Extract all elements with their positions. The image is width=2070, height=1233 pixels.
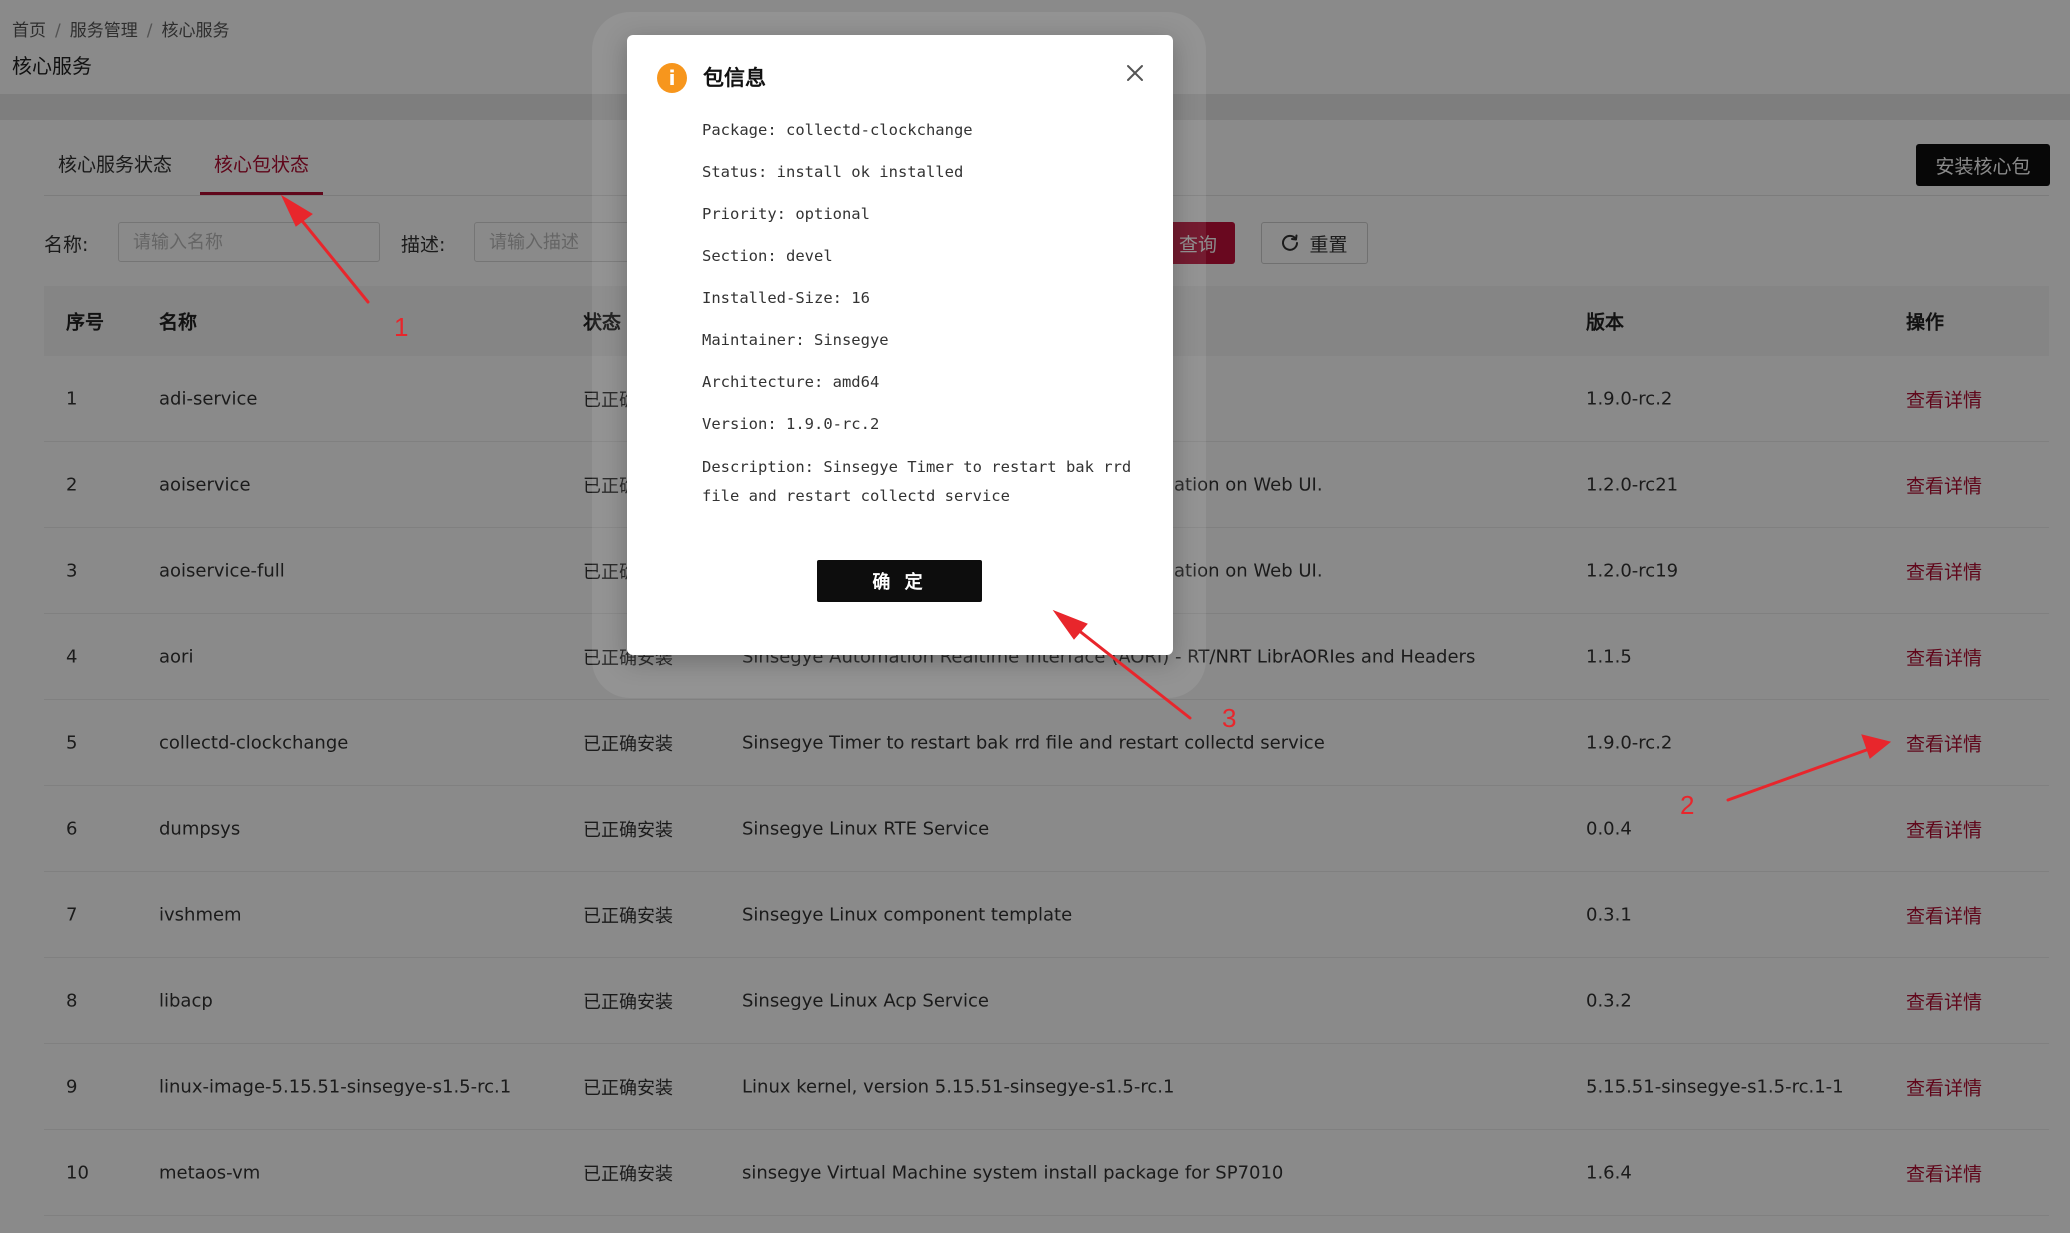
annotation-arrow-2 [1726,746,1874,802]
annotation-arrow-1-head [280,194,313,227]
annotation-label-1: 1 [394,312,409,342]
annotation-label-2: 2 [1680,790,1695,820]
annotation-arrow-2-head [1861,734,1892,759]
annotation-label-3: 3 [1222,703,1237,733]
annotation-arrow-3 [1066,620,1192,720]
annotation-arrows [280,194,1892,802]
page: 首页 / 服务管理 / 核心服务 核心服务 核心服务状态 核心包状态 安装核心包 名称:… [0,0,2070,1233]
